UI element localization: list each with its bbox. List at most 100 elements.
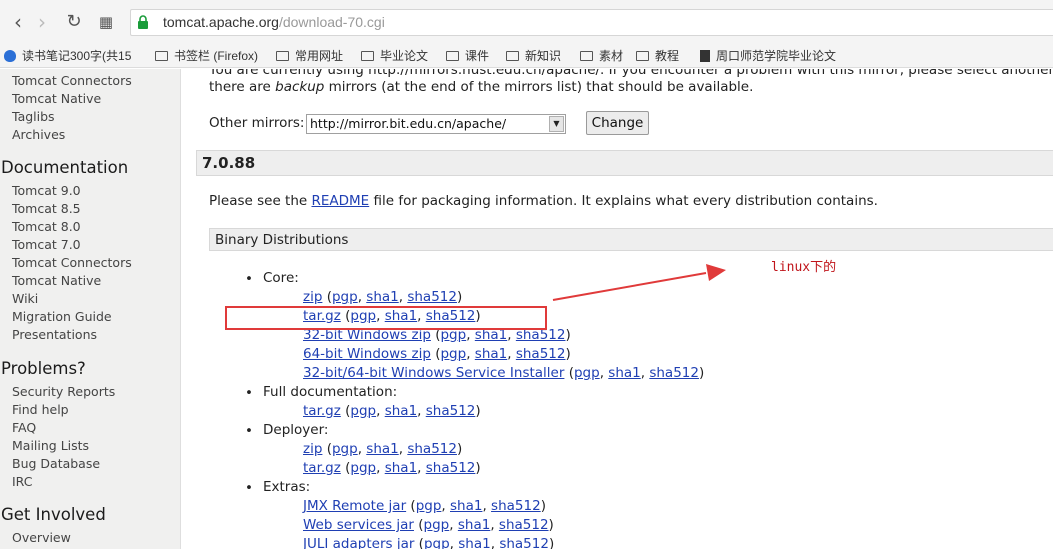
sidebar-item-doc-native[interactable]: Tomcat Native: [12, 273, 101, 288]
address-bar[interactable]: tomcat.apache.org/download-70.cgi: [130, 9, 1053, 36]
sidebar-item-wiki[interactable]: Wiki: [12, 291, 38, 306]
core-installer-row: 32-bit/64-bit Windows Service Installer …: [303, 365, 705, 381]
pgp-link[interactable]: pgp: [424, 536, 450, 549]
bullet-icon: •: [245, 480, 253, 496]
sha1-link[interactable]: sha1: [608, 365, 640, 381]
lock-icon: [138, 15, 148, 29]
sidebar-item-archives[interactable]: Archives: [12, 127, 65, 142]
sidebar-item-tomcat-9[interactable]: Tomcat 9.0: [12, 183, 81, 198]
annotation-label: linux下的: [771, 260, 837, 275]
chevron-down-icon[interactable]: ▼: [549, 116, 564, 132]
fulldoc-targz-row: tar.gz (pgp, sha1, sha512): [303, 403, 481, 419]
sidebar-item-irc[interactable]: IRC: [12, 474, 32, 489]
mirror-select-value: http://mirror.bit.edu.cn/apache/: [310, 116, 507, 131]
extras-webservices-link[interactable]: Web services jar: [303, 517, 414, 533]
group-deployer: Deployer:: [263, 422, 329, 438]
folder-icon: [580, 51, 593, 61]
sha512-link[interactable]: sha512: [649, 365, 699, 381]
sha512-link[interactable]: sha512: [499, 536, 549, 549]
bookmark-5[interactable]: 新知识: [506, 47, 561, 65]
bookmark-4[interactable]: 课件: [446, 47, 489, 65]
bookmarks-bar: 读书笔记300字(共15 书签栏 (Firefox) 常用网址 毕业论文 课件 …: [0, 44, 1053, 68]
sidebar-item-taglibs[interactable]: Taglibs: [12, 109, 55, 124]
extras-juli-row: JULI adapters jar (pgp, sha1, sha512): [303, 536, 554, 549]
core-installer-link[interactable]: 32-bit/64-bit Windows Service Installer: [303, 365, 564, 381]
sidebar-item-mailing-lists[interactable]: Mailing Lists: [12, 438, 89, 453]
pgp-link[interactable]: pgp: [416, 498, 442, 514]
sha1-link[interactable]: sha1: [385, 460, 417, 476]
sha512-link[interactable]: sha512: [499, 517, 549, 533]
sidebar-heading-problems: Problems?: [1, 359, 86, 378]
pgp-link[interactable]: pgp: [424, 517, 450, 533]
sha1-link[interactable]: sha1: [475, 346, 507, 362]
core-win64-row: 64-bit Windows zip (pgp, sha1, sha512): [303, 346, 571, 362]
sidebar-item-faq[interactable]: FAQ: [12, 420, 36, 435]
sidebar-item-doc-connectors[interactable]: Tomcat Connectors: [12, 255, 132, 270]
folder-icon: [636, 51, 649, 61]
sha512-link[interactable]: sha512: [407, 441, 457, 457]
mirror-select[interactable]: http://mirror.bit.edu.cn/apache/ ▼: [306, 114, 566, 134]
bookmark-3[interactable]: 毕业论文: [361, 47, 428, 65]
sha1-link[interactable]: sha1: [450, 498, 482, 514]
deployer-targz-link[interactable]: tar.gz: [303, 460, 341, 476]
bookmark-6[interactable]: 素材: [580, 47, 623, 65]
sidebar-item-presentations[interactable]: Presentations: [12, 327, 97, 342]
back-icon[interactable]: ‹: [6, 10, 30, 34]
extras-webservices-row: Web services jar (pgp, sha1, sha512): [303, 517, 554, 533]
sha512-link[interactable]: sha512: [426, 403, 476, 419]
sidebar-item-bug-database[interactable]: Bug Database: [12, 456, 100, 471]
document-icon: [700, 50, 710, 62]
sidebar-item-migration-guide[interactable]: Migration Guide: [12, 309, 112, 324]
deployer-zip-row: zip (pgp, sha1, sha512): [303, 441, 463, 457]
sha512-link[interactable]: sha512: [426, 460, 476, 476]
main-content: You are currently using http://mirrors.h…: [181, 69, 1053, 549]
sha1-link[interactable]: sha1: [366, 289, 398, 305]
extras-jmx-row: JMX Remote jar (pgp, sha1, sha512): [303, 498, 546, 514]
change-mirror-button[interactable]: Change: [586, 111, 649, 135]
sidebar-item-tomcat-connectors[interactable]: Tomcat Connectors: [12, 73, 132, 88]
sidebar-item-overview[interactable]: Overview: [12, 530, 71, 545]
sidebar-item-tomcat-native[interactable]: Tomcat Native: [12, 91, 101, 106]
sha512-link[interactable]: sha512: [491, 498, 541, 514]
sidebar-item-tomcat-8[interactable]: Tomcat 8.0: [12, 219, 81, 234]
pgp-link[interactable]: pgp: [574, 365, 600, 381]
pgp-link[interactable]: pgp: [350, 460, 376, 476]
bookmark-8[interactable]: 周口师范学院毕业论文: [700, 47, 836, 65]
sidebar-item-tomcat-7[interactable]: Tomcat 7.0: [12, 237, 81, 252]
core-zip-link[interactable]: zip: [303, 289, 322, 305]
bookmark-2[interactable]: 常用网址: [276, 47, 343, 65]
deployer-zip-link[interactable]: zip: [303, 441, 322, 457]
core-win64-zip-link[interactable]: 64-bit Windows zip: [303, 346, 431, 362]
sidebar-item-tomcat-85[interactable]: Tomcat 8.5: [12, 201, 81, 216]
sidebar-heading-get-involved: Get Involved: [1, 505, 106, 524]
pgp-link[interactable]: pgp: [332, 441, 358, 457]
sha512-link[interactable]: sha512: [516, 346, 566, 362]
apps-grid-icon[interactable]: ▦: [94, 10, 118, 34]
deployer-targz-row: tar.gz (pgp, sha1, sha512): [303, 460, 481, 476]
binary-distributions-header: Binary Distributions: [209, 228, 1053, 251]
bookmark-1[interactable]: 书签栏 (Firefox): [155, 47, 258, 65]
folder-icon: [361, 51, 374, 61]
extras-jmx-link[interactable]: JMX Remote jar: [303, 498, 406, 514]
bookmark-7[interactable]: 教程: [636, 47, 679, 65]
sha1-link[interactable]: sha1: [458, 536, 490, 549]
sidebar-item-find-help[interactable]: Find help: [12, 402, 69, 417]
fulldoc-targz-link[interactable]: tar.gz: [303, 403, 341, 419]
bookmark-0[interactable]: 读书笔记300字(共15: [4, 47, 131, 65]
pgp-link[interactable]: pgp: [332, 289, 358, 305]
version-section-header: 7.0.88: [196, 150, 1053, 176]
sha1-link[interactable]: sha1: [385, 403, 417, 419]
readme-link[interactable]: README: [311, 193, 369, 209]
extras-juli-link[interactable]: JULI adapters jar: [303, 536, 414, 549]
pgp-link[interactable]: pgp: [440, 346, 466, 362]
sidebar-item-security-reports[interactable]: Security Reports: [12, 384, 115, 399]
other-mirrors-label: Other mirrors:: [209, 115, 305, 131]
reload-icon[interactable]: ↻: [62, 10, 86, 34]
sha512-link[interactable]: sha512: [407, 289, 457, 305]
sha1-link[interactable]: sha1: [366, 441, 398, 457]
forward-icon[interactable]: ›: [30, 10, 54, 34]
sha1-link[interactable]: sha1: [458, 517, 490, 533]
pgp-link[interactable]: pgp: [350, 403, 376, 419]
core-zip-row: zip (pgp, sha1, sha512): [303, 289, 463, 305]
browser-toolbar: ‹ › ↻ ▦ tomcat.apache.org/download-70.cg…: [0, 0, 1053, 44]
